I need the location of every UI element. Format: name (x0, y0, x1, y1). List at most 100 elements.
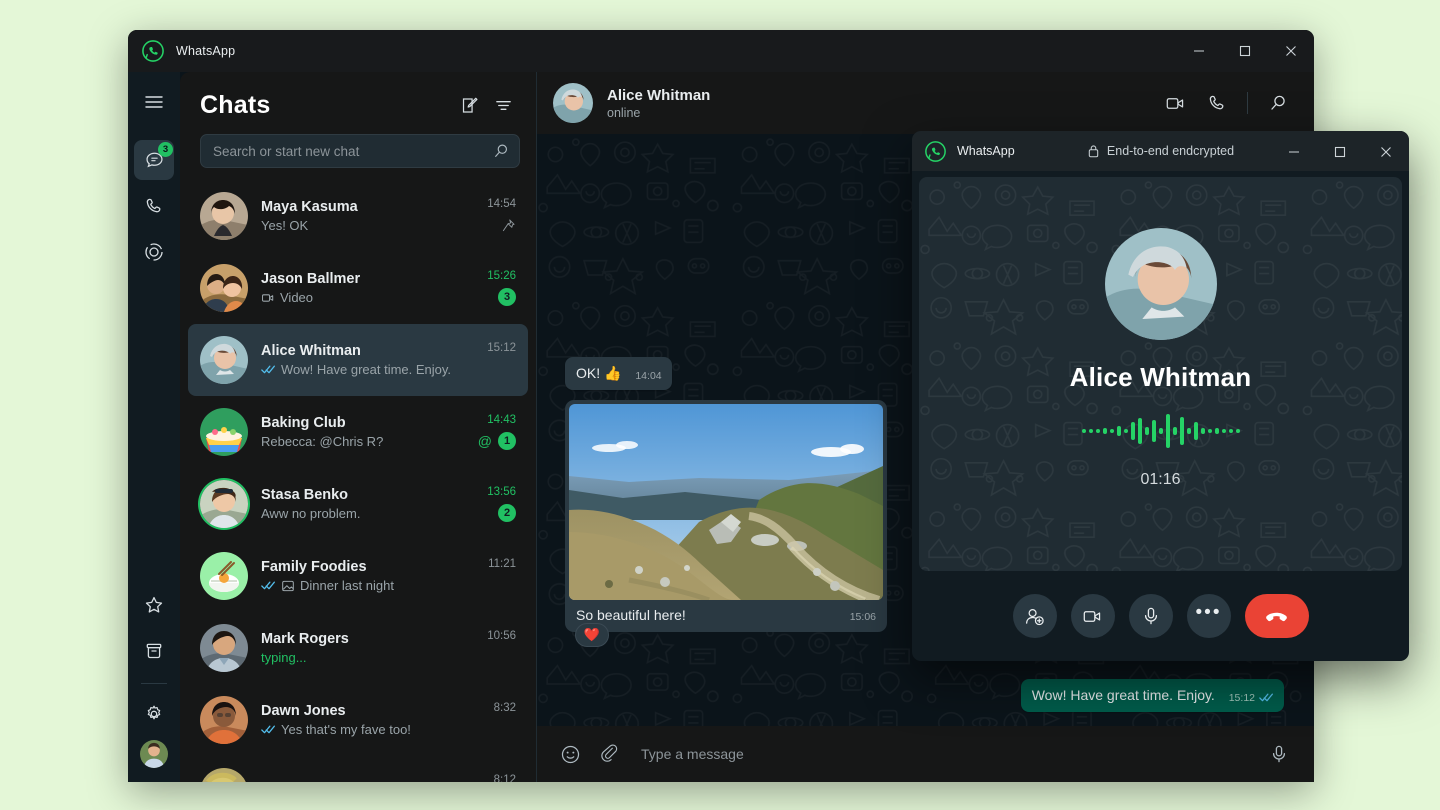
video-camera-icon (1082, 606, 1103, 627)
chat-list-item[interactable]: Baking ClubRebecca: @Chris R?14:43@1 (188, 396, 528, 468)
unread-count-badge: 3 (498, 288, 516, 306)
unread-count-badge: 2 (498, 504, 516, 522)
profile-avatar[interactable] (140, 740, 168, 768)
page-title: Chats (200, 91, 452, 120)
waveform-bar (1173, 427, 1177, 435)
chat-list-item[interactable]: Family FoodiesDinner last night11:21 (188, 540, 528, 612)
conversation-avatar[interactable] (553, 83, 593, 123)
add-participant-button[interactable] (1013, 594, 1057, 638)
conversation-search-button[interactable] (1260, 85, 1296, 121)
chat-item-meta: 8:32 (464, 702, 516, 738)
chat-item-badges: 3 (498, 288, 516, 306)
new-chat-button[interactable] (452, 88, 486, 122)
chat-list-item[interactable]: Stasa BenkoAww no problem.13:562 (188, 468, 528, 540)
mountain-landscape-image (569, 404, 883, 600)
chat-list-item[interactable]: Jason BallmerVideo15:263 (188, 252, 528, 324)
chat-item-meta: 13:562 (464, 486, 516, 522)
voice-message-button[interactable] (1262, 737, 1296, 771)
new-chat-icon (460, 96, 479, 115)
message-input[interactable] (641, 746, 1256, 762)
message-bubble[interactable]: OK! 👍 14:04 (565, 357, 672, 390)
more-options-button[interactable]: ••• (1187, 594, 1231, 638)
message-reaction[interactable]: ❤️ (575, 623, 609, 647)
message-bubble[interactable]: Wow! Have great time. Enjoy. 15:12 (1021, 679, 1284, 712)
sidebar-item-menu[interactable] (134, 82, 174, 122)
rail-divider (141, 683, 167, 684)
attachment-button[interactable] (593, 737, 627, 771)
call-window-title: WhatsApp (957, 144, 1015, 158)
minimize-button[interactable] (1176, 30, 1222, 72)
sidebar-item-archived[interactable] (134, 631, 174, 671)
waveform-bar (1145, 427, 1149, 435)
call-contact-name: Alice Whitman (1070, 362, 1252, 393)
sidebar-item-settings[interactable] (134, 694, 174, 734)
waveform-bar (1166, 414, 1170, 448)
sidebar-item-starred[interactable] (134, 585, 174, 625)
sidebar-item-calls[interactable] (134, 186, 174, 226)
search-icon (1269, 94, 1287, 112)
image-message-bubble[interactable]: So beautiful here! 15:06 ❤️ (565, 400, 887, 632)
chat-item-meta: 10:56 (464, 630, 516, 666)
attachment-clip-icon (600, 744, 620, 764)
chat-list-header: Chats (180, 72, 536, 128)
chat-item-text: Baking ClubRebecca: @Chris R? (261, 415, 464, 449)
waveform-bar (1089, 429, 1093, 433)
chat-list-item[interactable]: Maya KasumaYes! OK14:54 (188, 180, 528, 252)
maximize-button[interactable] (1222, 30, 1268, 72)
read-receipt-double-check-icon (261, 724, 276, 735)
read-receipt-double-check-icon (261, 580, 276, 591)
avatar-image (200, 192, 248, 240)
add-person-icon (1024, 606, 1045, 627)
chat-item-preview: Yes that's my fave too! (261, 722, 464, 737)
emoji-button[interactable] (553, 737, 587, 771)
message-time: 14:04 (635, 369, 661, 383)
chat-item-badges: 2 (498, 504, 516, 522)
chat-item-preview: Dinner last night (261, 578, 464, 593)
chat-list-item[interactable]: Alice WhitmanWow! Have great time. Enjoy… (188, 324, 528, 396)
chat-list[interactable]: Maya KasumaYes! OK14:54Jason BallmerVide… (180, 178, 536, 782)
avatar (200, 336, 248, 384)
chat-list-item[interactable]: Ziggy Woodley8:12 (188, 756, 528, 782)
search-box[interactable] (200, 134, 520, 168)
image-caption-row: So beautiful here! 15:06 (569, 600, 883, 632)
toggle-video-button[interactable] (1071, 594, 1115, 638)
voice-call-button[interactable] (1199, 85, 1235, 121)
chat-list-item[interactable]: Dawn JonesYes that's my fave too!8:32 (188, 684, 528, 756)
waveform-bar (1194, 422, 1198, 440)
sidebar-item-chats[interactable]: 3 (134, 140, 174, 180)
chat-preview-text: Yes! OK (261, 218, 308, 233)
chat-item-meta: 14:54 (464, 198, 516, 234)
avatar-image (200, 696, 248, 744)
chat-item-time: 15:12 (487, 342, 516, 354)
waveform-bar (1187, 428, 1191, 434)
voice-call-window: WhatsApp End-to-end endcrypted (912, 131, 1409, 661)
search-icon (493, 143, 509, 159)
call-minimize-button[interactable] (1271, 131, 1317, 173)
chat-item-meta: 15:12 (464, 342, 516, 378)
encryption-text: End-to-end endcrypted (1107, 144, 1234, 158)
search-input[interactable] (213, 144, 493, 159)
filter-icon (494, 96, 513, 115)
close-button[interactable] (1268, 30, 1314, 72)
waveform-bar (1222, 429, 1226, 433)
filter-button[interactable] (486, 88, 520, 122)
video-call-button[interactable] (1157, 85, 1193, 121)
chat-item-badges: @1 (478, 432, 516, 450)
video-call-icon (1165, 93, 1186, 114)
mute-microphone-button[interactable] (1129, 594, 1173, 638)
call-maximize-button[interactable] (1317, 131, 1363, 173)
message-time: 15:06 (850, 611, 876, 623)
chat-item-name: Mark Rogers (261, 631, 464, 647)
star-icon (144, 595, 164, 615)
unread-count-badge: 1 (498, 432, 516, 450)
call-stage: Alice Whitman 01:16 (919, 177, 1402, 571)
mention-icon: @ (478, 434, 492, 448)
chat-item-meta: 8:12 (464, 774, 516, 782)
chat-item-time: 8:12 (494, 774, 516, 782)
end-call-button[interactable] (1245, 594, 1309, 638)
chat-list-item[interactable]: Mark Rogerstyping...10:56 (188, 612, 528, 684)
chat-item-text: Maya KasumaYes! OK (261, 199, 464, 233)
chat-item-time: 10:56 (487, 630, 516, 642)
sidebar-item-status[interactable] (134, 232, 174, 272)
call-close-button[interactable] (1363, 131, 1409, 173)
